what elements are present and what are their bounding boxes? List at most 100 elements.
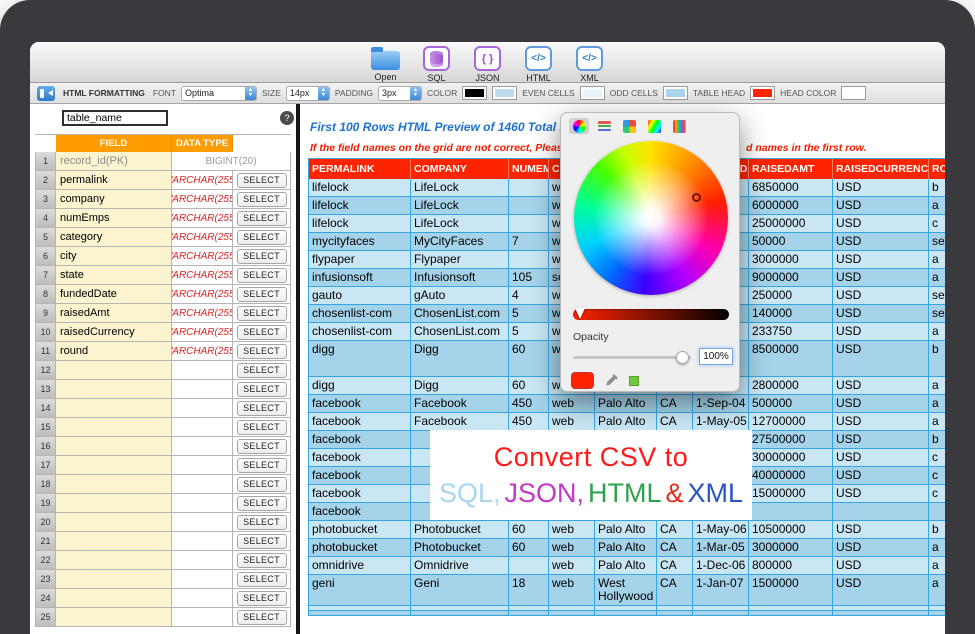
field-name-cell[interactable]: permalink bbox=[56, 171, 172, 190]
size-select[interactable]: 14px bbox=[286, 86, 330, 101]
brightness-slider-thumb[interactable] bbox=[575, 308, 585, 319]
field-name-cell[interactable]: numEmps bbox=[56, 209, 172, 228]
select-datatype-button[interactable]: SELECT bbox=[237, 363, 287, 378]
select-datatype-button[interactable]: SELECT bbox=[237, 458, 287, 473]
select-datatype-button[interactable]: SELECT bbox=[237, 496, 287, 511]
select-datatype-button[interactable]: SELECT bbox=[237, 382, 287, 397]
cell-company: Photobucket bbox=[411, 539, 509, 557]
field-name-cell[interactable]: state bbox=[56, 266, 172, 285]
color-palettes-tab[interactable] bbox=[619, 118, 639, 134]
select-datatype-button[interactable]: SELECT bbox=[237, 515, 287, 530]
select-datatype-button[interactable]: SELECT bbox=[237, 591, 287, 606]
select-datatype-button[interactable]: SELECT bbox=[237, 439, 287, 454]
green-swatch[interactable] bbox=[629, 376, 639, 386]
field-name-cell[interactable]: round bbox=[56, 342, 172, 361]
field-name-cell[interactable]: raisedCurrency bbox=[56, 323, 172, 342]
row-number: 25 bbox=[35, 608, 56, 627]
image-palettes-tab[interactable] bbox=[644, 118, 664, 134]
field-name-cell[interactable] bbox=[56, 570, 172, 589]
table-name-input[interactable] bbox=[62, 110, 168, 126]
preview-row: photobucket Photobucket 60 web Palo Alto… bbox=[309, 521, 945, 539]
field-name-cell[interactable] bbox=[56, 399, 172, 418]
field-name-cell[interactable]: company bbox=[56, 190, 172, 209]
field-name-cell[interactable]: category bbox=[56, 228, 172, 247]
size-label: SIZE bbox=[262, 88, 281, 98]
field-name-cell[interactable]: city bbox=[56, 247, 172, 266]
padding-select[interactable]: 3px bbox=[378, 86, 422, 101]
select-datatype-button[interactable]: SELECT bbox=[237, 610, 287, 625]
field-name-cell[interactable] bbox=[56, 361, 172, 380]
select-datatype-button[interactable]: SELECT bbox=[237, 344, 287, 359]
select-datatype-button[interactable]: SELECT bbox=[237, 534, 287, 549]
eyedropper-icon[interactable] bbox=[604, 373, 619, 388]
cell-permalink: lifelock bbox=[309, 215, 411, 233]
opacity-slider[interactable] bbox=[573, 356, 691, 359]
select-datatype-button[interactable]: SELECT bbox=[237, 420, 287, 435]
field-name-cell[interactable] bbox=[56, 589, 172, 608]
field-name-cell[interactable] bbox=[56, 437, 172, 456]
cell-raisedamt: 9000000 bbox=[749, 269, 833, 287]
cell-company: LifeLock bbox=[411, 197, 509, 215]
select-datatype-button[interactable]: SELECT bbox=[237, 249, 287, 264]
select-datatype-button[interactable]: SELECT bbox=[237, 572, 287, 587]
cell-raisedamt: 30000000 bbox=[749, 449, 833, 467]
json-export-button[interactable]: { } JSON bbox=[471, 45, 505, 83]
sql-export-button[interactable]: SQL bbox=[420, 45, 454, 83]
field-name-cell[interactable] bbox=[56, 532, 172, 551]
even-cells-color-well[interactable] bbox=[580, 86, 605, 100]
cell-numemps: 60 bbox=[509, 539, 549, 557]
select-datatype-button[interactable]: SELECT bbox=[237, 477, 287, 492]
cell-raisedamt: 40000000 bbox=[749, 467, 833, 485]
cell-raisedamt: 800000 bbox=[749, 557, 833, 575]
select-datatype-button[interactable]: SELECT bbox=[237, 287, 287, 302]
secondary-color-well[interactable] bbox=[492, 86, 517, 100]
opacity-value-field[interactable]: 100% bbox=[699, 348, 733, 365]
current-color-swatch[interactable] bbox=[571, 372, 594, 389]
field-name-cell[interactable] bbox=[56, 475, 172, 494]
cell-numemps bbox=[509, 251, 549, 269]
brightness-slider[interactable] bbox=[573, 309, 729, 320]
datatype-cell bbox=[172, 513, 233, 532]
select-datatype-button[interactable]: SELECT bbox=[237, 325, 287, 340]
select-datatype-button[interactable]: SELECT bbox=[237, 553, 287, 568]
collapse-sidebar-icon[interactable] bbox=[37, 86, 55, 101]
html-export-button[interactable]: </> HTML bbox=[522, 45, 556, 83]
cell-raisedcurrency: USD bbox=[833, 521, 929, 539]
select-datatype-button[interactable]: SELECT bbox=[237, 268, 287, 283]
field-name-cell[interactable] bbox=[56, 494, 172, 513]
select-datatype-button[interactable]: SELECT bbox=[237, 211, 287, 226]
field-table-header: FIELD DATA TYPE bbox=[35, 135, 291, 152]
color-wheel-tab[interactable] bbox=[569, 118, 589, 134]
field-name-cell[interactable] bbox=[56, 456, 172, 475]
odd-cells-color-well[interactable] bbox=[663, 86, 688, 100]
select-datatype-button[interactable]: SELECT bbox=[237, 306, 287, 321]
banner-token: & bbox=[666, 478, 684, 508]
field-name-cell[interactable] bbox=[56, 380, 172, 399]
table-head-color-well[interactable] bbox=[750, 86, 775, 100]
field-name-cell[interactable] bbox=[56, 608, 172, 627]
field-name-cell[interactable]: raisedAmt bbox=[56, 304, 172, 323]
cell-state: CA bbox=[657, 395, 693, 413]
select-datatype-button[interactable]: SELECT bbox=[237, 192, 287, 207]
select-datatype-button[interactable]: SELECT bbox=[237, 401, 287, 416]
text-color-well[interactable] bbox=[462, 86, 487, 100]
select-datatype-button[interactable]: SELECT bbox=[237, 230, 287, 245]
field-name-cell[interactable] bbox=[56, 551, 172, 570]
field-name-cell[interactable] bbox=[56, 418, 172, 437]
color-wheel[interactable] bbox=[574, 141, 728, 295]
head-text-color-well[interactable] bbox=[841, 86, 866, 100]
select-datatype-button[interactable]: SELECT bbox=[237, 173, 287, 188]
field-name-cell[interactable]: fundedDate bbox=[56, 285, 172, 304]
cell-permalink: facebook bbox=[309, 485, 411, 503]
color-sliders-tab[interactable] bbox=[594, 118, 614, 134]
pencils-tab[interactable] bbox=[669, 118, 689, 134]
color-wheel-cursor[interactable] bbox=[692, 193, 701, 202]
xml-export-button[interactable]: </> XML bbox=[573, 45, 607, 83]
open-button[interactable]: Open bbox=[369, 45, 403, 82]
opacity-slider-knob[interactable] bbox=[676, 351, 689, 364]
help-icon[interactable]: ? bbox=[280, 111, 294, 125]
field-name-cell[interactable] bbox=[56, 513, 172, 532]
font-select-value: Optima bbox=[182, 88, 245, 98]
cell-raisedcurrency: USD bbox=[833, 413, 929, 431]
font-select[interactable]: Optima bbox=[181, 86, 257, 101]
